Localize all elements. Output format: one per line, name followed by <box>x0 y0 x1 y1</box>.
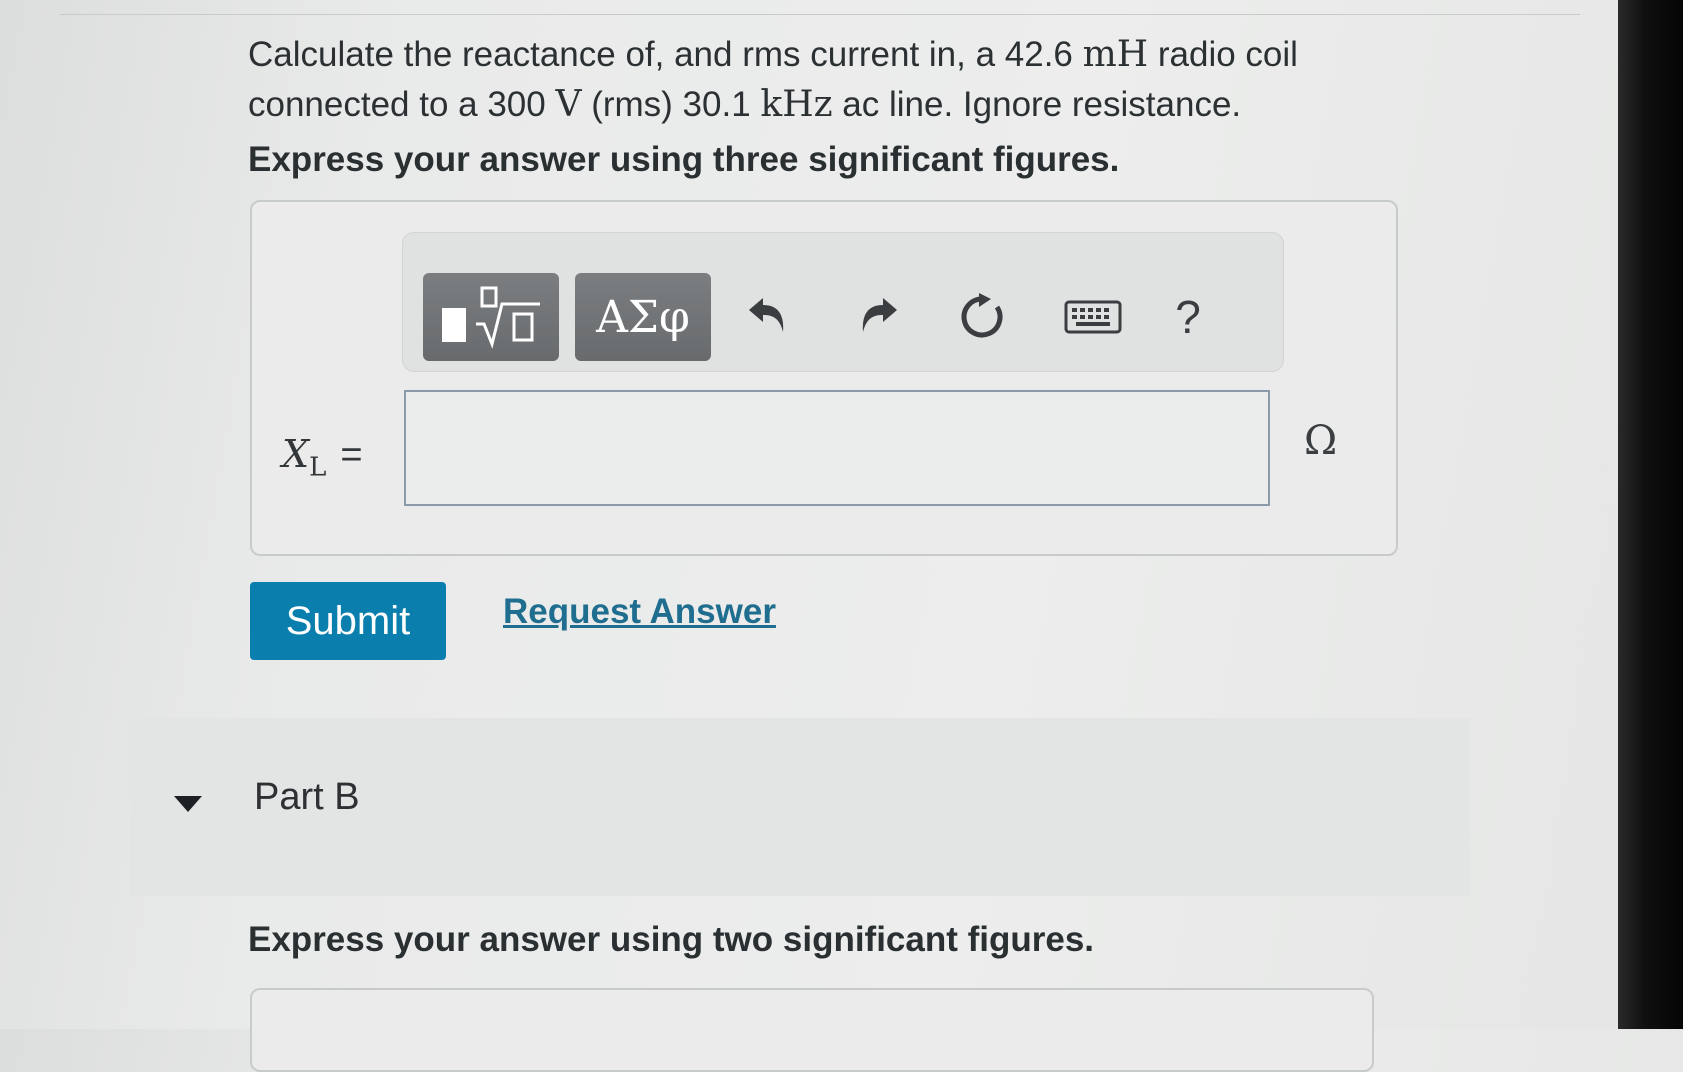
templates-sqrt-icon <box>442 286 540 349</box>
variable-label: XL = <box>282 432 363 483</box>
unit-mH: mH <box>1082 34 1149 75</box>
part-b-answer-box <box>250 988 1374 1072</box>
answer-input[interactable] <box>404 390 1270 506</box>
part-a-instruction: Express your answer using three signific… <box>248 140 1120 179</box>
undo-icon <box>749 298 784 332</box>
part-b-instruction: Express your answer using two significan… <box>248 920 1095 959</box>
screen-bezel <box>1618 0 1683 1029</box>
top-divider <box>60 14 1580 15</box>
reset-icon <box>961 293 1003 338</box>
templates-button[interactable] <box>423 273 559 361</box>
math-toolbar: ΑΣφ ? <box>402 232 1284 372</box>
redo-icon <box>862 298 897 332</box>
unit-kHz: kHz <box>760 84 833 125</box>
answer-box: ΑΣφ ? XL = Ω <box>250 200 1398 556</box>
submit-button[interactable]: Submit <box>250 582 446 660</box>
part-b-title: Part B <box>254 776 360 818</box>
problem-statement: Calculate the reactance of, and rms curr… <box>248 34 1298 125</box>
redo-button[interactable] <box>843 273 913 361</box>
undo-button[interactable] <box>733 273 803 361</box>
greek-symbols-button[interactable]: ΑΣφ <box>575 273 711 361</box>
keyboard-icon <box>1064 300 1122 334</box>
reset-button[interactable] <box>948 273 1018 361</box>
unit-V: V <box>555 84 582 125</box>
collapse-caret-icon[interactable] <box>174 796 202 812</box>
help-button[interactable]: ? <box>1153 273 1223 361</box>
part-b-header[interactable]: Part B <box>130 718 1470 896</box>
unit-label: Ω <box>1304 418 1338 464</box>
request-answer-link[interactable]: Request Answer <box>503 592 776 632</box>
keyboard-button[interactable] <box>1053 273 1133 361</box>
